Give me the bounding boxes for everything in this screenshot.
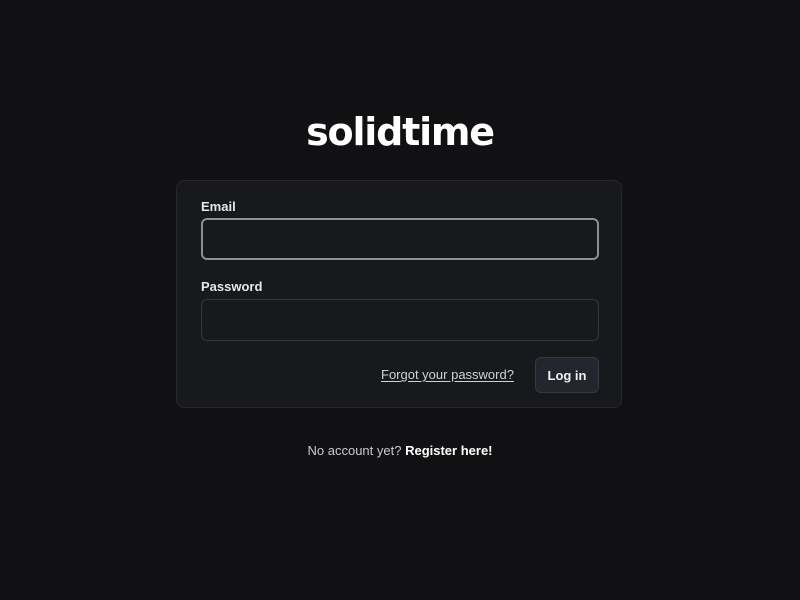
solidtime-logo: solidtime (306, 110, 495, 154)
login-card: Email Password Forgot your password? Log… (176, 180, 622, 408)
login-page: solidtime Email Password Forgot your pas… (0, 0, 800, 600)
forgot-password-link[interactable]: Forgot your password? (381, 367, 514, 383)
email-field[interactable] (201, 218, 599, 260)
login-button[interactable]: Log in (535, 357, 599, 393)
register-row: No account yet? Register here! (0, 443, 800, 459)
password-field[interactable] (201, 299, 599, 341)
register-prompt: No account yet? (307, 443, 402, 458)
password-label: Password (201, 279, 263, 294)
register-link[interactable]: Register here! (405, 443, 492, 458)
email-label: Email (201, 199, 236, 214)
